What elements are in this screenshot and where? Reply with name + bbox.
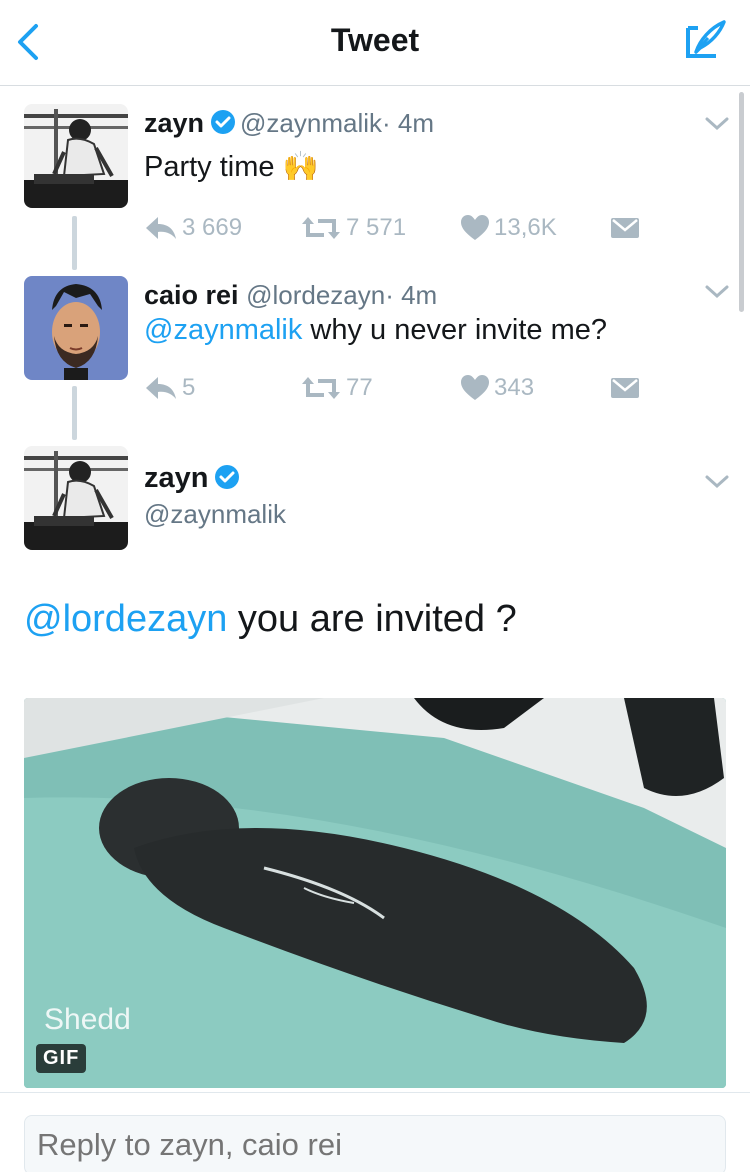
retweet-button[interactable]: 77 (300, 370, 373, 406)
dm-icon (611, 378, 639, 398)
timestamp: · 4m (382, 108, 435, 138)
retweet-button[interactable]: 7 571 (300, 210, 406, 246)
user-handle[interactable]: @zaynmalik (144, 499, 286, 530)
chevron-down-icon[interactable] (704, 474, 730, 490)
verified-icon (211, 110, 236, 134)
nav-bar: Tweet (0, 0, 750, 86)
dm-button[interactable] (610, 370, 644, 406)
thread-line (72, 386, 77, 440)
tweet-actions: 5 77 343 (144, 370, 664, 406)
scrollbar[interactable] (739, 92, 744, 312)
retweet-count: 77 (346, 374, 373, 401)
retweet-count: 7 571 (346, 214, 407, 241)
reply-icon (146, 377, 176, 399)
reply-button[interactable]: 5 (144, 370, 195, 406)
reply-icon (146, 217, 176, 239)
mention-link[interactable]: @zaynmalik (144, 314, 302, 346)
reply-count: 3 669 (182, 214, 243, 241)
reply-count: 5 (182, 374, 196, 401)
avatar[interactable] (24, 276, 128, 380)
timestamp: · 4m (385, 280, 438, 310)
tweet-actions: 3 669 7 571 13,6K (144, 210, 664, 246)
main-tweet-text: @lordezayn you are invited ? (24, 598, 517, 641)
thread-line (72, 216, 77, 270)
raised-hands-emoji: 🙌 (282, 151, 319, 183)
user-handle[interactable]: @lordezayn (246, 280, 385, 310)
tweet-header: caio rei @lordezayn· 4m (144, 280, 437, 311)
display-name[interactable]: zayn (144, 462, 208, 494)
gif-media[interactable]: Shedd GIF (24, 698, 726, 1088)
tweet-text: @zaynmalik why u never invite me? (144, 314, 607, 347)
display-name[interactable]: caio rei (144, 280, 239, 310)
verified-icon (215, 465, 240, 489)
main-author-name-row: zayn (144, 462, 244, 495)
retweet-icon (302, 377, 340, 399)
dm-icon (611, 218, 639, 238)
page-title: Tweet (330, 22, 420, 58)
tweet-body: you are invited ? (227, 598, 517, 640)
chevron-down-icon[interactable] (704, 116, 730, 132)
dm-button[interactable] (610, 210, 644, 246)
tweet-body: why u never invite me? (302, 314, 608, 346)
like-button[interactable]: 343 (460, 370, 534, 406)
display-name[interactable]: zayn (144, 108, 204, 138)
avatar[interactable] (24, 104, 128, 208)
like-count: 343 (494, 374, 535, 401)
user-handle[interactable]: @zaynmalik (240, 108, 382, 138)
tweet-body: Party time (144, 151, 275, 183)
avatar[interactable] (24, 446, 128, 550)
like-icon (461, 375, 489, 400)
like-icon (461, 215, 489, 240)
like-count: 13,6K (494, 214, 557, 241)
reply-bar (0, 1092, 750, 1172)
compose-button[interactable] (682, 18, 728, 64)
reply-button[interactable]: 3 669 (144, 210, 242, 246)
chevron-down-icon[interactable] (704, 284, 730, 300)
tweet-text: Party time 🙌 (144, 150, 319, 184)
gif-badge: GIF (36, 1044, 87, 1073)
reply-input[interactable] (24, 1115, 726, 1172)
compose-icon (686, 20, 726, 58)
media-watermark: Shedd (44, 1003, 131, 1036)
tweet-header: zayn @zaynmalik· 4m (144, 108, 434, 139)
like-button[interactable]: 13,6K (460, 210, 557, 246)
mention-link[interactable]: @lordezayn (24, 598, 227, 640)
retweet-icon (302, 217, 340, 239)
